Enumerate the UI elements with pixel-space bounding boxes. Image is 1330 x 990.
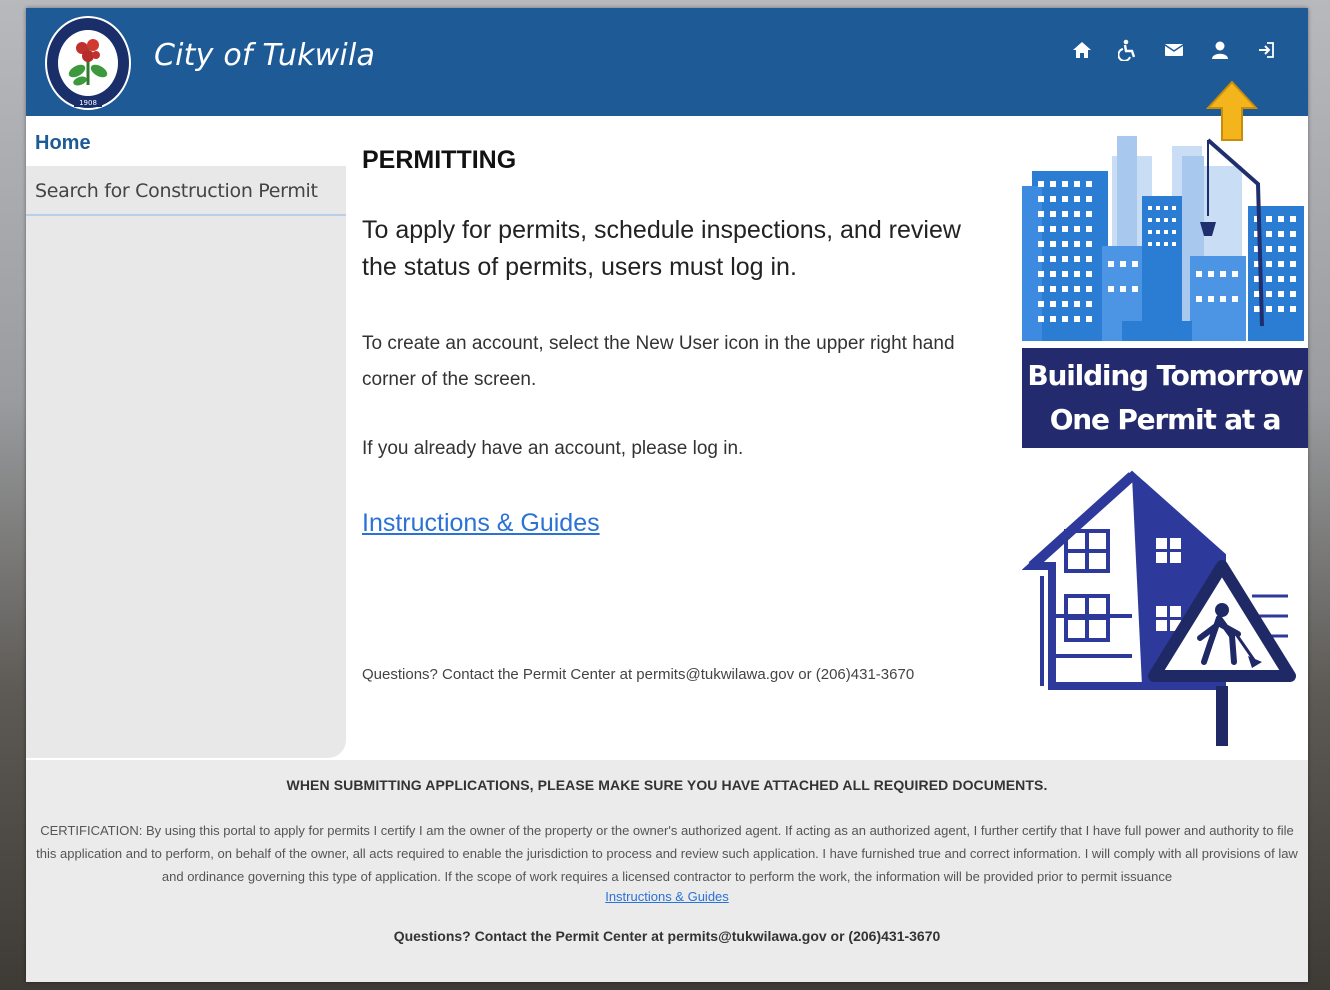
promo-graphic: Building Tomorrow One Permit at a Time: [1022, 126, 1308, 756]
new-user-icon[interactable]: [1208, 38, 1232, 62]
certification-text: CERTIFICATION: By using this portal to a…: [36, 823, 1298, 884]
footer: WHEN SUBMITTING APPLICATIONS, PLEASE MAK…: [26, 760, 1308, 982]
site-title[interactable]: City of Tukwila: [154, 38, 375, 73]
page-title: PERMITTING: [362, 146, 517, 174]
site-header: 1908 City of Tukwila: [26, 8, 1308, 116]
city-skyline-icon: [1022, 136, 1304, 341]
sidebar: Home Search for Construction Permit: [26, 116, 346, 758]
promo-line-1: Building Tomorrow: [1027, 359, 1303, 392]
accessibility-icon[interactable]: [1116, 38, 1140, 62]
footer-contact-text: Questions? Contact the Permit Center at …: [393, 928, 941, 944]
city-seal-icon[interactable]: 1908: [44, 15, 132, 111]
have-account-text: If you already have an account, please l…: [362, 438, 744, 459]
mail-icon[interactable]: [1162, 38, 1186, 62]
footer-instructions-guides-link[interactable]: Instructions & Guides: [605, 889, 729, 904]
home-icon[interactable]: [1070, 38, 1094, 62]
sidebar-item-search-permit[interactable]: Search for Construction Permit: [26, 166, 346, 216]
house-construction-icon: [1022, 470, 1296, 746]
portal-window: 1908 City of Tukwila Home Search for Con…: [26, 8, 1308, 982]
contact-text: Questions? Contact the Permit Center at …: [362, 666, 915, 683]
promo-banner: Building Tomorrow One Permit at a Time: [1022, 348, 1308, 480]
instructions-guides-link[interactable]: Instructions & Guides: [362, 509, 600, 538]
sidebar-item-home[interactable]: Home: [26, 116, 346, 166]
top-icon-bar: [1070, 38, 1278, 62]
main-content: PERMITTING To apply for permits, schedul…: [362, 116, 1012, 758]
login-icon[interactable]: [1254, 38, 1278, 62]
create-account-text: To create an account, select the New Use…: [362, 333, 955, 390]
footer-warning: WHEN SUBMITTING APPLICATIONS, PLEASE MAK…: [286, 777, 1048, 793]
intro-text: To apply for permits, schedule inspectio…: [362, 216, 961, 281]
seal-year: 1908: [79, 99, 97, 107]
